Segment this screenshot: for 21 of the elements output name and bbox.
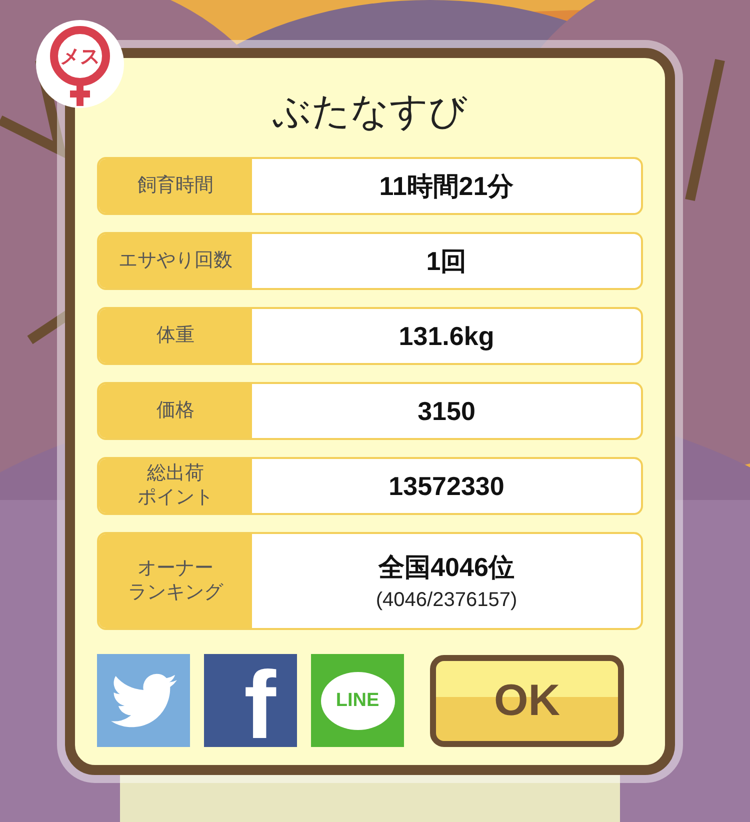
stat-label: 飼育時間	[99, 159, 252, 213]
stat-value: 131.6kg	[398, 320, 494, 352]
bird-icon	[110, 672, 176, 728]
stat-label: 総出荷	[147, 462, 204, 486]
line-share-button[interactable]: LINE	[311, 654, 404, 747]
stat-value: 11時間21分	[379, 170, 514, 202]
stat-label: エサやり回数	[99, 234, 252, 288]
stat-value: 13572330	[388, 470, 504, 502]
stat-label: 価格	[99, 384, 252, 438]
dialog-title: ぶたなすび	[272, 88, 468, 135]
stat-label: 体重	[99, 309, 252, 363]
ok-button[interactable]: OK	[430, 654, 624, 746]
stat-value: 全国4046位	[378, 551, 514, 584]
twitter-share-button[interactable]	[97, 654, 190, 747]
stat-value: 1回	[426, 244, 467, 278]
facebook-share-button[interactable]: f	[204, 654, 297, 747]
stat-label: ポイント	[138, 486, 214, 510]
stat-value: 3150	[418, 396, 476, 426]
stat-note: (4046/2376157)	[376, 589, 518, 612]
stat-label: ランキング	[128, 581, 223, 605]
stat-label: オーナー	[138, 557, 214, 581]
